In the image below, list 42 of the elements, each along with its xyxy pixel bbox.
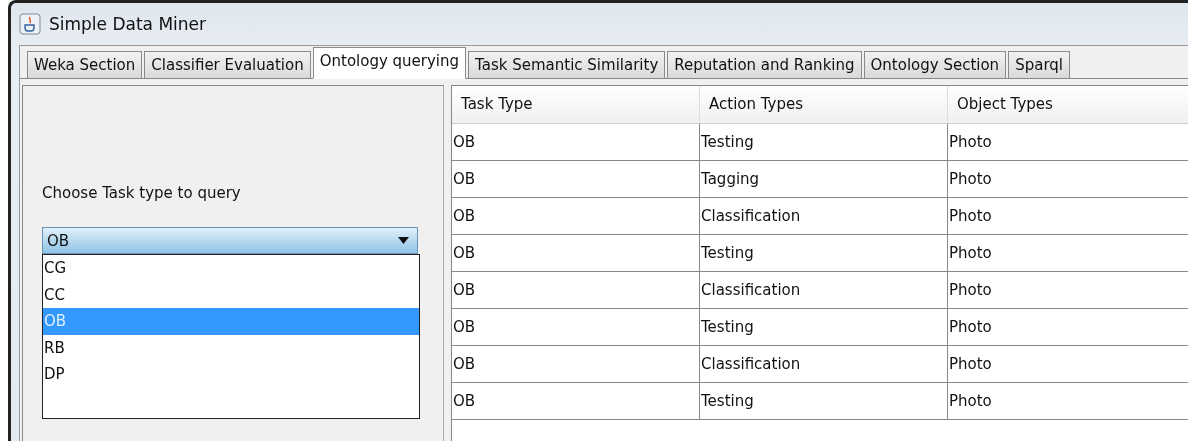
tab[interactable]: Task Semantic Similarity [468,51,666,78]
tab[interactable]: Ontology querying [312,47,467,79]
tab[interactable]: Sparql [1008,51,1070,78]
table-cell: OB [452,309,700,346]
dropdown-option[interactable]: CG [43,255,419,282]
table-cell: OB [452,124,700,161]
window-title: Simple Data Miner [49,14,207,34]
table-cell: Photo [948,124,1188,161]
column-header[interactable]: Task Type [452,86,700,124]
table-cell: Photo [948,198,1188,235]
table-cell: OB [452,272,700,309]
table-cell: Classification [700,272,948,309]
table-cell: Testing [700,383,948,420]
task-type-dropdown[interactable]: OB [42,227,418,254]
table-cell: Testing [700,309,948,346]
table-cell: Testing [700,124,948,161]
coffee-cup-icon [19,13,41,35]
query-label: Choose Task type to query [42,184,242,202]
table-cell: OB [452,346,700,383]
tab[interactable]: Weka Section [27,51,143,78]
dropdown-option[interactable]: RB [43,334,419,361]
table-cell: Classification [700,198,948,235]
tab[interactable]: Reputation and Ranking [667,51,862,78]
tab[interactable]: Ontology Section [863,51,1007,78]
column-header[interactable]: Action Types [700,86,948,124]
table-cell: Photo [948,235,1188,272]
dropdown-option[interactable]: CC [43,281,419,308]
tab[interactable]: Classifier Evaluation [144,51,311,78]
table-cell: Photo [948,161,1188,198]
table-cell: OB [452,383,700,420]
table-cell: Tagging [700,161,948,198]
table-cell: Photo [948,383,1188,420]
table-cell: OB [452,235,700,272]
table-cell: Photo [948,346,1188,383]
table-cell: Testing [700,235,948,272]
dropdown-option[interactable]: DP [43,361,419,388]
table-cell: Photo [948,309,1188,346]
table-cell: OB [452,198,700,235]
table-cell: OB [452,161,700,198]
table-cell: Classification [700,346,948,383]
table-cell: Photo [948,272,1188,309]
caret-icon [398,237,409,244]
